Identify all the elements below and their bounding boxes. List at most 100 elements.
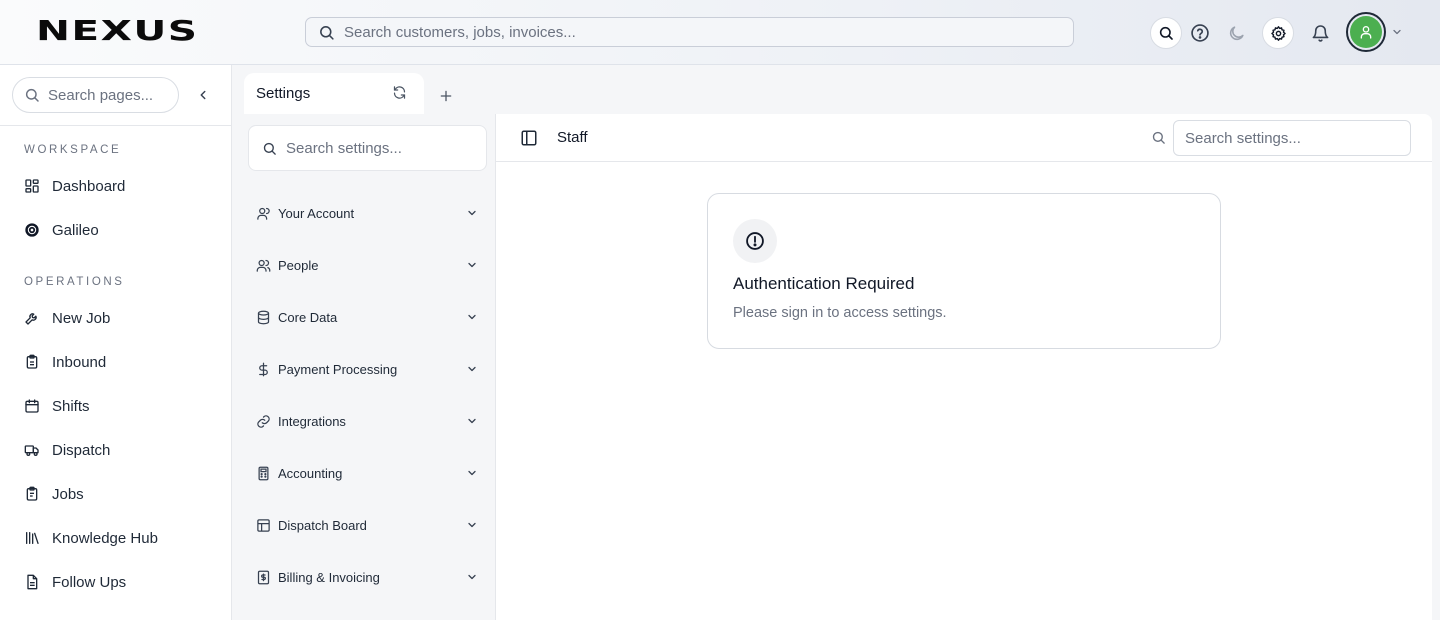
settings-item-billing-invoicing[interactable]: Billing & Invoicing (256, 565, 478, 589)
link-icon (256, 414, 271, 429)
main-search-input[interactable] (1185, 129, 1395, 147)
user-icon (256, 206, 271, 221)
settings-nav-search-input[interactable] (286, 139, 471, 157)
sidebar-item-label: Dispatch (52, 441, 111, 459)
sidebar-item-inbound[interactable]: Inbound (24, 350, 106, 374)
moon-icon (1227, 24, 1246, 43)
section-label-operations: OPERATIONS (24, 276, 125, 288)
settings-item-label: Integrations (278, 413, 346, 429)
search-icon (318, 24, 335, 41)
sidebar-item-dispatch[interactable]: Dispatch (24, 438, 110, 462)
chevron-down-icon (466, 571, 478, 583)
sidebar-item-label: Follow Ups (52, 573, 127, 591)
collapse-sidebar-button[interactable] (193, 85, 213, 105)
settings-nav-search-box[interactable] (248, 125, 487, 171)
search-icon (262, 141, 277, 156)
settings-item-core-data[interactable]: Core Data (256, 305, 478, 329)
page-search-box[interactable] (12, 77, 179, 113)
page-title: Staff (557, 129, 588, 146)
user-avatar-button[interactable] (1346, 12, 1386, 52)
settings-item-payment-processing[interactable]: Payment Processing (256, 357, 478, 381)
settings-item-integrations[interactable]: Integrations (256, 409, 478, 433)
settings-button[interactable] (1262, 17, 1294, 49)
avatar (1350, 16, 1382, 48)
calendar-icon (24, 398, 40, 414)
auth-required-card: Authentication Required Please sign in t… (707, 193, 1221, 349)
chevron-down-icon (466, 415, 478, 427)
library-icon (24, 530, 40, 546)
help-icon (1190, 23, 1210, 43)
calculator-icon (256, 466, 271, 481)
tools-icon (24, 310, 40, 326)
tab-label: Settings (256, 85, 311, 102)
galileo-icon (24, 222, 40, 238)
theme-toggle-button[interactable] (1220, 17, 1252, 49)
users-icon (256, 258, 271, 273)
top-bar: NEXUS (0, 0, 1440, 65)
main-search-box[interactable] (1173, 120, 1411, 156)
auth-title: Authentication Required (733, 274, 915, 293)
receipt-icon (256, 570, 271, 585)
settings-item-label: Your Account (278, 205, 355, 221)
sidebar-item-label: Galileo (52, 221, 99, 239)
sidebar-item-knowledge-hub[interactable]: Knowledge Hub (24, 526, 158, 550)
main-header: Staff (496, 114, 1432, 162)
tab-settings[interactable]: Settings (244, 73, 424, 114)
settings-item-dispatch-board[interactable]: Dispatch Board (256, 513, 478, 537)
add-tab-button[interactable] (437, 87, 455, 105)
search-icon (24, 87, 40, 103)
alert-icon-badge (733, 219, 777, 263)
sidebar-item-label: Shifts (52, 397, 90, 415)
chevron-down-icon[interactable] (1391, 26, 1403, 38)
settings-item-label: People (278, 257, 319, 273)
help-button[interactable] (1184, 17, 1216, 49)
sidebar: WORKSPACE Dashboard Galileo OPERATIONS N… (0, 65, 232, 620)
settings-item-label: Payment Processing (278, 361, 398, 377)
main-panel: Staff Authentication Required Please sig… (496, 114, 1432, 620)
chevron-down-icon (466, 467, 478, 479)
document-icon (24, 574, 40, 590)
sidebar-item-new-job[interactable]: New Job (24, 306, 110, 330)
section-label-workspace: WORKSPACE (24, 144, 122, 156)
sidebar-item-label: Knowledge Hub (52, 529, 158, 547)
chevron-left-icon (196, 88, 210, 102)
settings-item-label: Billing & Invoicing (278, 569, 380, 585)
dashboard-icon (24, 178, 40, 194)
clipboard-list-icon (24, 486, 40, 502)
settings-item-your-account[interactable]: Your Account (256, 201, 478, 225)
sidebar-item-label: Inbound (52, 353, 107, 371)
chevron-down-icon (466, 363, 478, 375)
database-icon (256, 310, 271, 325)
alert-circle-icon (745, 231, 765, 251)
board-icon (256, 518, 271, 533)
sidebar-item-shifts[interactable]: Shifts (24, 394, 90, 418)
gear-icon (1270, 25, 1287, 42)
user-icon (1358, 24, 1374, 40)
chevron-down-icon (466, 207, 478, 219)
search-icon (1158, 25, 1174, 41)
page-search-input[interactable] (48, 86, 168, 104)
plus-icon (439, 89, 453, 103)
sidebar-item-follow-ups[interactable]: Follow Ups (24, 570, 126, 594)
chevron-down-icon (466, 519, 478, 531)
settings-item-people[interactable]: People (256, 253, 478, 277)
sidebar-item-jobs[interactable]: Jobs (24, 482, 84, 506)
sidebar-item-label: Jobs (52, 485, 84, 503)
settings-item-accounting[interactable]: Accounting (256, 461, 478, 485)
sidebar-item-dashboard[interactable]: Dashboard (24, 174, 125, 198)
settings-item-label: Accounting (278, 465, 343, 481)
sidebar-item-galileo[interactable]: Galileo (24, 218, 99, 242)
global-search-input[interactable] (344, 23, 1044, 41)
global-search-box[interactable] (305, 17, 1074, 47)
chevron-down-icon (466, 311, 478, 323)
sidebar-divider (0, 125, 231, 126)
refresh-icon[interactable] (392, 85, 407, 100)
settings-item-label: Core Data (278, 309, 338, 325)
bell-icon (1311, 24, 1330, 43)
search-button[interactable] (1150, 17, 1182, 49)
notifications-button[interactable] (1304, 17, 1336, 49)
sidebar-toggle-icon[interactable] (520, 129, 538, 147)
nexus-logo[interactable]: NEXUS (36, 16, 198, 46)
sidebar-item-label: New Job (52, 309, 111, 327)
search-icon (1151, 130, 1166, 145)
